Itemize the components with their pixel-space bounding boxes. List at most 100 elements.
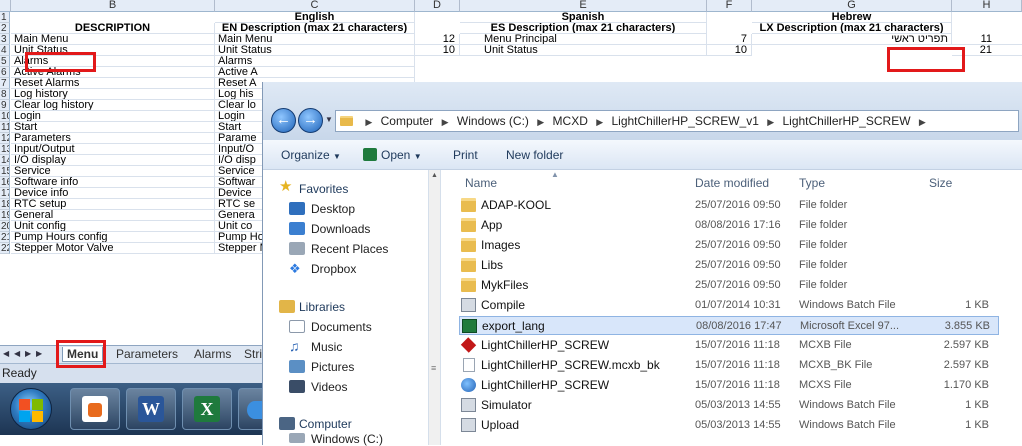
sheet-tab-alarms[interactable]: Alarms (190, 347, 235, 362)
column-header-name[interactable]: Name (465, 176, 497, 190)
organize-button[interactable]: Organize ▼ (281, 148, 341, 162)
nav-windows-c[interactable]: Windows (C:) (311, 432, 383, 446)
select-all-corner[interactable] (0, 0, 11, 12)
col-header-h[interactable]: H (952, 0, 1022, 12)
row-header[interactable]: 4 (0, 45, 10, 56)
cell-description[interactable]: Unit config (11, 221, 215, 232)
cell-header-english[interactable]: English (215, 12, 415, 23)
col-header-b[interactable]: B (11, 0, 215, 12)
file-row[interactable]: LightChillerHP_SCREW 15/07/2016 11:18 MC… (459, 336, 999, 355)
cell-header-hebrew[interactable]: Hebrew (752, 12, 952, 23)
breadcrumb-project[interactable]: LightChillerHP_SCREW_v1 (611, 114, 758, 128)
file-row[interactable]: MykFiles 25/07/2016 09:50 File folder (459, 276, 999, 295)
row-header[interactable]: 2 (0, 23, 10, 34)
nav-desktop[interactable]: Desktop (311, 202, 355, 216)
cell-description[interactable]: Parameters (11, 133, 215, 144)
windows-start-button[interactable] (10, 388, 52, 430)
column-header-size[interactable]: Size (929, 176, 952, 190)
cell-es-description[interactable]: Menu Principal (460, 34, 707, 45)
cell-description[interactable]: General (11, 210, 215, 221)
breadcrumb-current-folder[interactable]: LightChillerHP_SCREW (782, 114, 910, 128)
nav-recent-places[interactable]: Recent Places (311, 242, 388, 256)
address-bar[interactable]: ▶ Computer ▶ Windows (C:) ▶ MCXD ▶ Light… (335, 110, 1019, 132)
row-header[interactable]: 12 (0, 133, 10, 144)
taskbar-app-button[interactable] (70, 388, 120, 430)
breadcrumb-separator-icon[interactable]: ▶ (537, 117, 544, 127)
file-row[interactable]: LightChillerHP_SCREW.mcxb_bk 15/07/2016 … (459, 356, 999, 375)
file-row[interactable]: Compile 01/07/2014 10:31 Windows Batch F… (459, 296, 999, 315)
cell-description[interactable]: Software info (11, 177, 215, 188)
cell-description[interactable]: Log history (11, 89, 215, 100)
col-header-g[interactable]: G (752, 0, 952, 12)
cell-lx-length[interactable]: 11 (952, 34, 1022, 45)
nav-pictures[interactable]: Pictures (311, 360, 354, 374)
row-header[interactable]: 3 (0, 34, 10, 45)
cell-lx-description[interactable]: תפריט ראשי (752, 34, 952, 45)
navigation-scrollbar[interactable]: ▲ ≡ (429, 170, 441, 445)
cell-en-length[interactable]: 12 (415, 34, 460, 45)
nav-dropbox[interactable]: Dropbox (311, 262, 356, 276)
cell-en-description[interactable]: Main Menu (215, 34, 415, 45)
row-header[interactable]: 10 (0, 111, 10, 122)
cell-description[interactable]: Stepper Motor Valve (11, 243, 215, 254)
recent-pages-chevron-icon[interactable]: ▼ (325, 115, 333, 124)
cell-description[interactable]: Login (11, 111, 215, 122)
row-header[interactable]: 16 (0, 177, 10, 188)
scroll-up-icon[interactable]: ▲ (431, 172, 438, 179)
file-row[interactable]: Simulator 05/03/2013 14:55 Windows Batch… (459, 396, 999, 415)
cell-description[interactable]: RTC setup (11, 199, 215, 210)
cell-description[interactable]: Reset Alarms (11, 78, 215, 89)
breadcrumb-mcxd[interactable]: MCXD (553, 114, 588, 128)
col-header-f[interactable]: F (707, 0, 752, 12)
cell-description[interactable]: Main Menu (11, 34, 215, 45)
nav-libraries[interactable]: Libraries (299, 300, 345, 314)
breadcrumb-separator-icon[interactable]: ▶ (919, 117, 926, 127)
nav-computer[interactable]: Computer (299, 417, 352, 431)
cell-header-lx-description[interactable]: LX Description (max 21 characters) (752, 23, 952, 34)
nav-documents[interactable]: Documents (311, 320, 372, 334)
row-header[interactable]: 1 (0, 12, 10, 23)
cell-es-length[interactable]: 10 (707, 45, 752, 56)
row-header[interactable]: 11 (0, 122, 10, 133)
file-row[interactable]: Images 25/07/2016 09:50 File folder (459, 236, 999, 255)
breadcrumb-separator-icon[interactable]: ▶ (596, 117, 603, 127)
cell-description[interactable]: Start (11, 122, 215, 133)
nav-downloads[interactable]: Downloads (311, 222, 370, 236)
row-header[interactable]: 9 (0, 100, 10, 111)
taskbar-browser-button[interactable] (238, 388, 263, 430)
first-sheet-icon[interactable]: ◀ (3, 349, 9, 358)
open-button[interactable]: Open ▼ (363, 148, 422, 162)
breadcrumb-separator-icon[interactable]: ▶ (442, 117, 449, 127)
cell-description[interactable]: Clear log history (11, 100, 215, 111)
print-button[interactable]: Print (453, 148, 478, 162)
cell-en-description[interactable]: Unit Status (215, 45, 415, 56)
row-header[interactable]: 6 (0, 67, 10, 78)
sheet-tab-parameters[interactable]: Parameters (112, 347, 182, 362)
row-header[interactable]: 19 (0, 210, 10, 221)
cell-description[interactable]: Device info (11, 188, 215, 199)
breadcrumb-separator-icon[interactable]: ▶ (365, 117, 372, 127)
last-sheet-icon[interactable]: ▶ (36, 349, 42, 358)
column-header-type[interactable]: Type (799, 176, 825, 190)
file-row[interactable]: App 08/08/2016 17:16 File folder (459, 216, 999, 235)
breadcrumb-separator-icon[interactable]: ▶ (767, 117, 774, 127)
cell-header-es-description[interactable]: ES Description (max 21 characters) (460, 23, 707, 34)
taskbar-excel-button[interactable]: X (182, 388, 232, 430)
row-header[interactable]: 21 (0, 232, 10, 243)
row-header[interactable]: 5 (0, 56, 10, 67)
cell-description[interactable]: Service (11, 166, 215, 177)
nav-favorites[interactable]: Favorites (299, 182, 348, 196)
cell-description[interactable]: Input/Output (11, 144, 215, 155)
cell-description[interactable]: I/O display (11, 155, 215, 166)
file-row[interactable]: Upload 05/03/2013 14:55 Windows Batch Fi… (459, 416, 999, 435)
next-sheet-icon[interactable]: ▶ (25, 349, 31, 358)
cell-header-en-description[interactable]: EN Description (max 21 characters) (215, 23, 415, 34)
file-row[interactable]: Libs 25/07/2016 09:50 File folder (459, 256, 999, 275)
cell-en-length[interactable]: 10 (415, 45, 460, 56)
cell-es-length[interactable]: 7 (707, 34, 752, 45)
taskbar-word-button[interactable]: W (126, 388, 176, 430)
nav-videos[interactable]: Videos (311, 380, 347, 394)
row-header[interactable]: 17 (0, 188, 10, 199)
row-header[interactable]: 18 (0, 199, 10, 210)
cell-header-spanish[interactable]: Spanish (460, 12, 707, 23)
